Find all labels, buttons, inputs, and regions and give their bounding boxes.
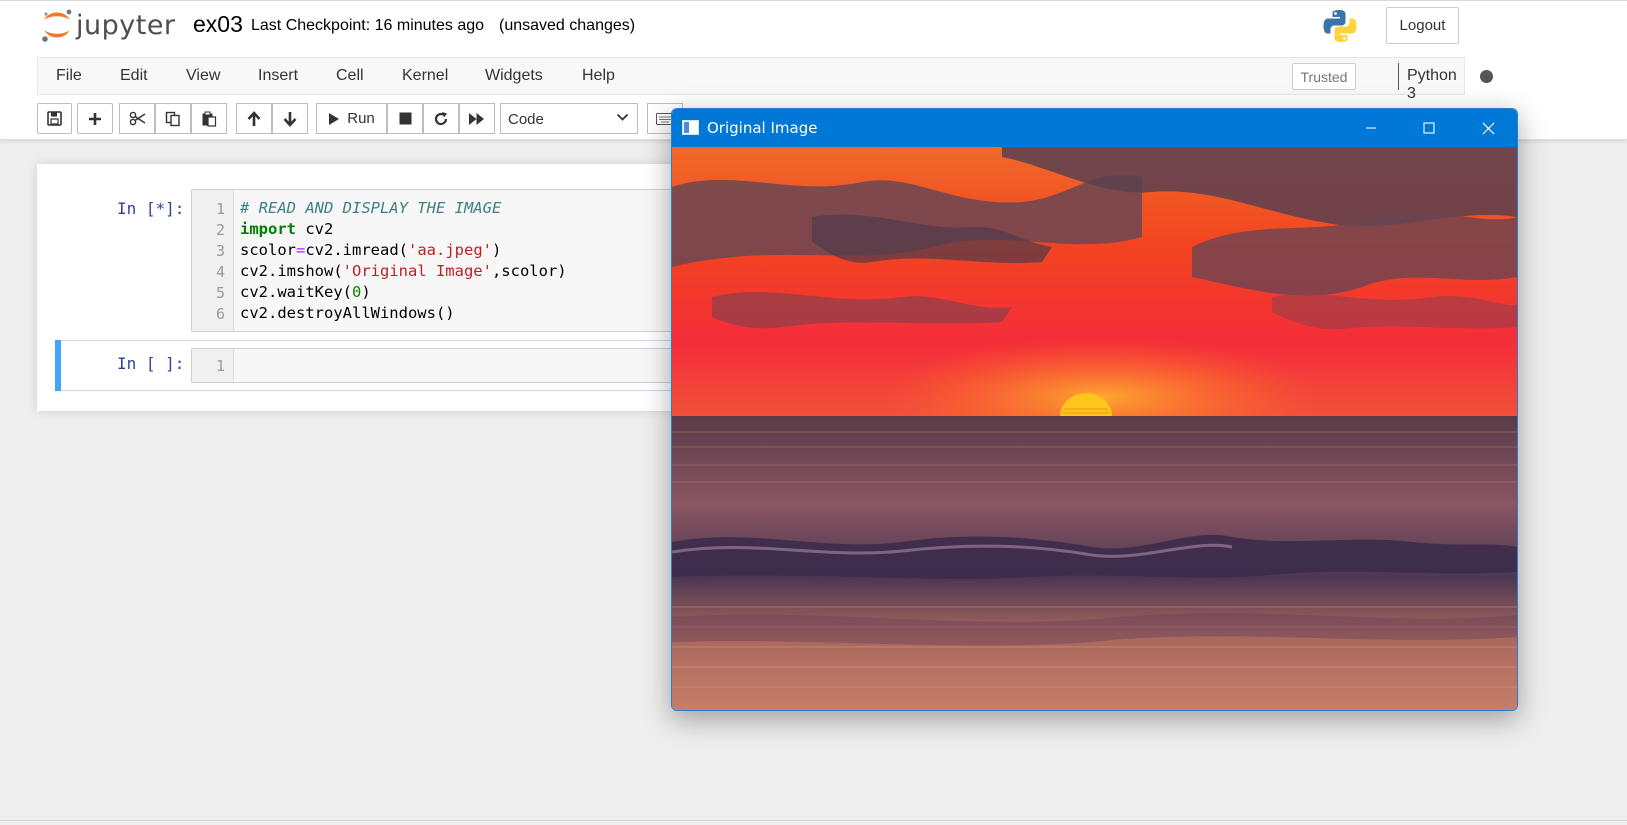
- window-app-icon: [682, 120, 699, 135]
- code-line-3: scolor=cv2.imread('aa.jpeg'): [240, 241, 501, 259]
- minimize-button[interactable]: [1342, 109, 1400, 147]
- header-border: [0, 0, 1627, 1]
- menu-cell[interactable]: Cell: [336, 67, 364, 85]
- menu-help[interactable]: Help: [582, 67, 615, 85]
- code-text: scolor: [240, 241, 296, 259]
- copy-button[interactable]: [155, 103, 191, 134]
- code-text: ): [361, 283, 371, 301]
- jupyter-logo-icon: [42, 9, 72, 42]
- jupyter-logo[interactable]: jupyter: [40, 6, 175, 46]
- menu-view[interactable]: View: [186, 67, 220, 85]
- jupyter-wordmark: jupyter: [76, 10, 176, 41]
- code-number: 0: [351, 283, 362, 301]
- menu-insert[interactable]: Insert: [258, 67, 298, 85]
- line-number: 6: [215, 305, 225, 323]
- restart-button[interactable]: [423, 103, 459, 134]
- code-line-6: cv2.destroyAllWindows(): [240, 304, 455, 322]
- line-number: 2: [215, 221, 225, 239]
- notebook-container: In [*]: 1 2 3 4 5 6 # READ AND DISPLAY T…: [37, 164, 677, 411]
- stop-icon: [399, 112, 411, 125]
- restart-run-all-button[interactable]: [459, 103, 495, 134]
- line-number: 1: [215, 200, 225, 218]
- line-number: 4: [215, 263, 225, 281]
- kernel-status-indicator: [1480, 70, 1493, 83]
- logout-button[interactable]: Logout: [1386, 7, 1459, 44]
- line-number: 5: [215, 284, 225, 302]
- code-line-1: # READ AND DISPLAY THE IMAGE: [240, 199, 501, 217]
- copy-icon: [165, 111, 180, 126]
- maximize-button[interactable]: [1400, 109, 1458, 147]
- cell-type-select[interactable]: Code: [500, 103, 638, 134]
- python-logo-icon: [1323, 10, 1357, 42]
- menu-file[interactable]: File: [56, 67, 82, 85]
- line-number: 3: [215, 242, 225, 260]
- close-icon: [1482, 122, 1494, 134]
- run-label: Run: [347, 110, 375, 127]
- cell-type-value: Code: [508, 111, 544, 128]
- cut-icon: [129, 111, 145, 126]
- cell-2-prompt: In [ ]:: [117, 354, 185, 373]
- code-text: ,scolor): [491, 262, 567, 280]
- menubar: File Edit View Insert Cell Kernel Widget…: [37, 57, 1493, 102]
- page-bottom-border: [0, 820, 1627, 821]
- move-up-button[interactable]: [236, 103, 272, 134]
- code-string: 'aa.jpeg': [408, 241, 492, 259]
- cell-1-gutter: 1 2 3 4 5 6: [192, 190, 234, 331]
- cell-2-gutter: 1: [192, 349, 234, 382]
- insert-cell-button[interactable]: [77, 103, 113, 134]
- plus-icon: [89, 112, 101, 125]
- code-comment: # READ AND DISPLAY THE IMAGE: [240, 199, 502, 217]
- arrow-down-icon: [283, 111, 297, 127]
- code-string: 'Original Image': [342, 262, 492, 280]
- autosave-status: (unsaved changes): [499, 17, 636, 34]
- code-text: cv2.waitKey(: [240, 283, 352, 301]
- save-button[interactable]: [37, 103, 72, 134]
- code-line-4: cv2.imshow('Original Image',scolor): [240, 262, 567, 280]
- line-number: 1: [215, 357, 225, 375]
- code-text: cv2: [296, 220, 334, 238]
- play-icon: [329, 112, 340, 125]
- code-text: ): [492, 241, 502, 259]
- cell-1-prompt: In [*]:: [117, 199, 185, 218]
- kernel-separator: [1398, 63, 1399, 90]
- paste-icon: [202, 111, 217, 127]
- minimize-icon: [1366, 127, 1376, 129]
- interrupt-button[interactable]: [387, 103, 423, 134]
- code-keyword: import: [240, 220, 296, 238]
- chevron-down-icon: [616, 113, 629, 121]
- close-button[interactable]: [1459, 109, 1517, 147]
- save-icon: [47, 111, 62, 126]
- move-down-button[interactable]: [272, 103, 308, 134]
- selected-cell-indicator: [55, 340, 61, 391]
- fast-forward-icon: [469, 112, 484, 125]
- window-title: Original Image: [707, 119, 818, 137]
- opencv-image-window[interactable]: Original Image: [671, 108, 1518, 711]
- maximize-icon: [1423, 122, 1435, 134]
- arrow-up-icon: [247, 110, 261, 126]
- window-titlebar[interactable]: Original Image: [672, 109, 1517, 147]
- cut-button[interactable]: [119, 103, 155, 134]
- code-text: cv2.imshow(: [240, 262, 343, 280]
- paste-button[interactable]: [191, 103, 227, 134]
- notebook-name[interactable]: ex03: [193, 11, 243, 38]
- cell-2-editor[interactable]: 1: [191, 348, 677, 383]
- sunset-ocean-image: [672, 147, 1517, 710]
- restart-icon: [434, 111, 448, 125]
- menu-edit[interactable]: Edit: [120, 67, 148, 85]
- code-text: cv2.imread(: [305, 241, 408, 259]
- checkpoint-status: Last Checkpoint: 16 minutes ago: [251, 17, 485, 34]
- code-line-2: import cv2: [240, 220, 333, 238]
- kernel-name[interactable]: Python 3: [1407, 67, 1464, 103]
- code-operator: =: [296, 241, 306, 259]
- menu-kernel[interactable]: Kernel: [402, 67, 448, 85]
- code-line-5: cv2.waitKey(0): [240, 283, 371, 301]
- menu-widgets[interactable]: Widgets: [485, 67, 543, 85]
- code-text: cv2.destroyAllWindows(): [240, 304, 455, 322]
- trusted-indicator[interactable]: Trusted: [1292, 63, 1356, 90]
- cell-1-editor[interactable]: 1 2 3 4 5 6 # READ AND DISPLAY THE IMAGE…: [191, 189, 677, 332]
- run-button[interactable]: Run: [316, 103, 387, 134]
